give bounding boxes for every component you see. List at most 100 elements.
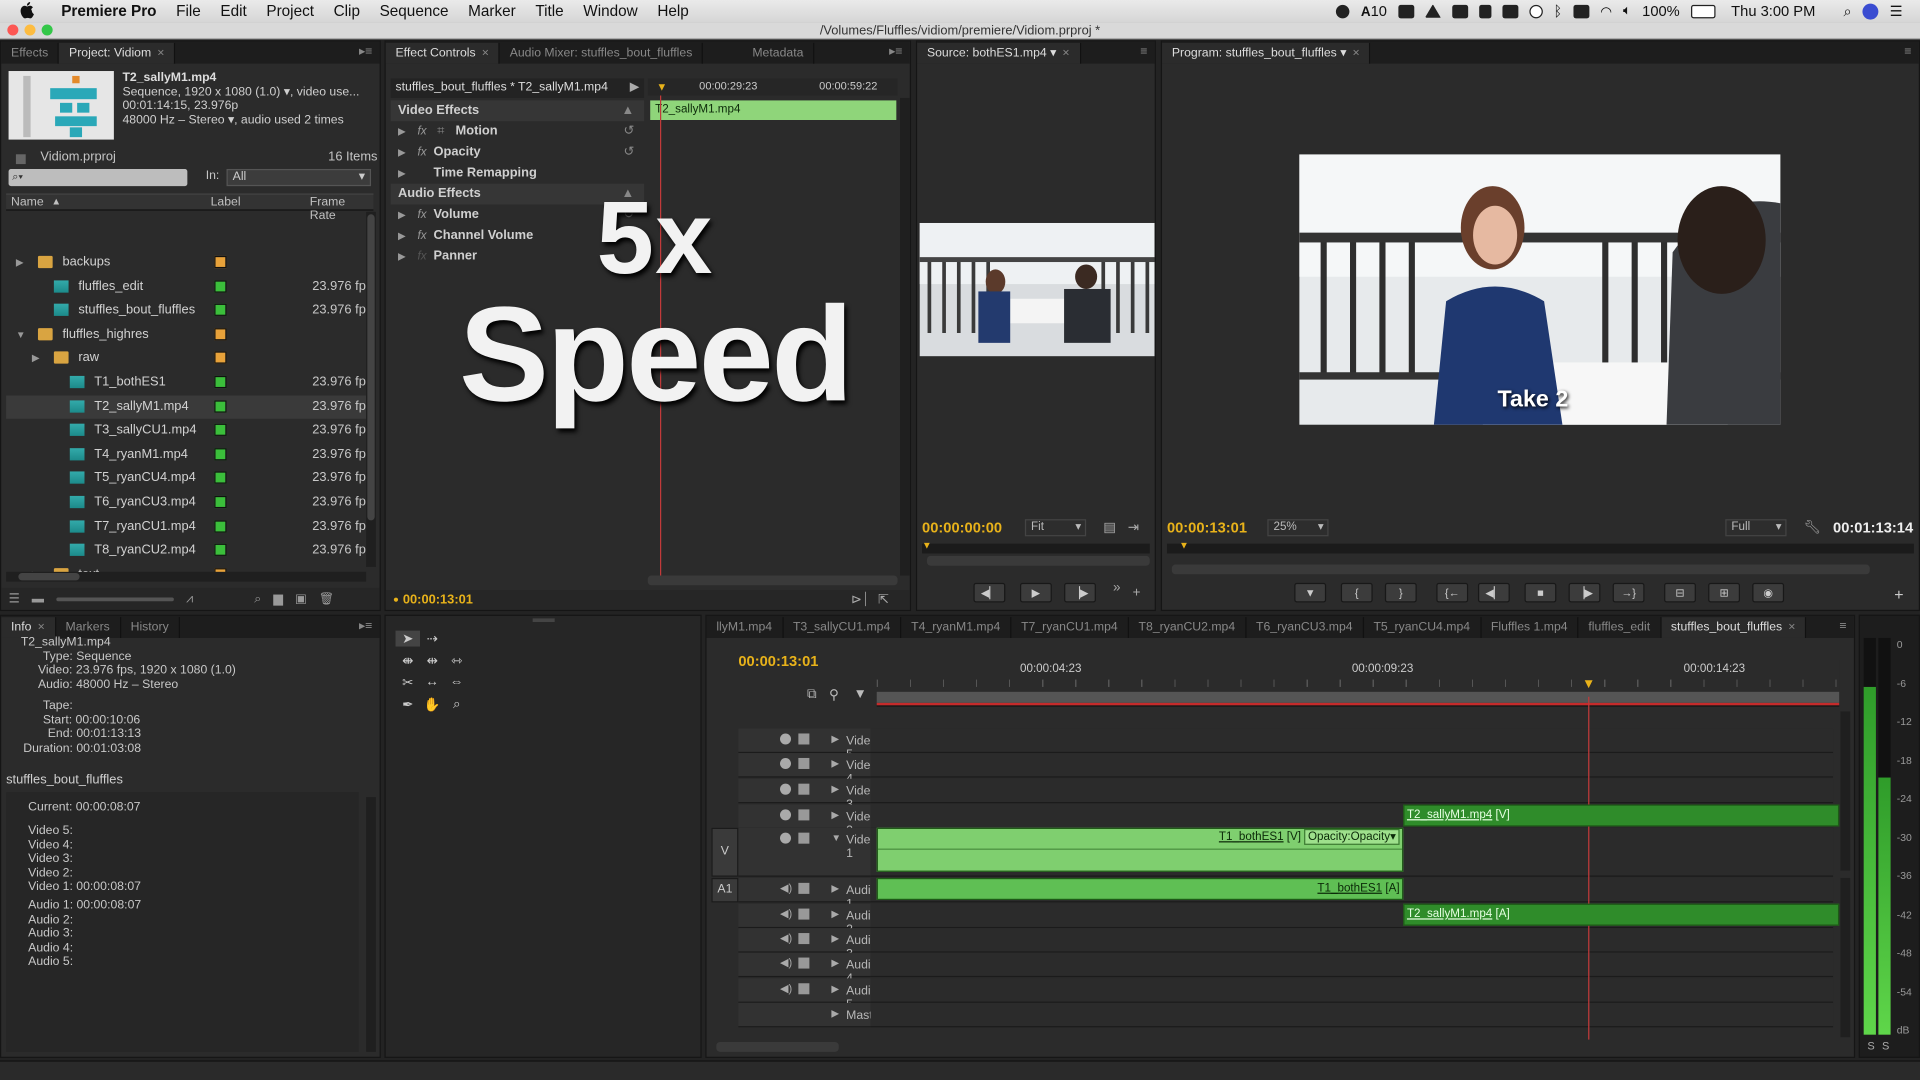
- program-video-frame[interactable]: Take 2: [1299, 154, 1781, 425]
- label-color-swatch[interactable]: [214, 255, 227, 269]
- set-marker-icon[interactable]: ⚲: [829, 687, 839, 703]
- fx-icon[interactable]: fx: [418, 246, 427, 267]
- mark-in-button[interactable]: {: [1340, 582, 1373, 603]
- project-item[interactable]: T1_bothES1 23.976 fp: [6, 371, 366, 395]
- track-header[interactable]: ▶Video 5: [738, 728, 877, 762]
- track-header[interactable]: ▼ Video 1: [738, 827, 877, 877]
- rolling-edit-tool-icon[interactable]: ⇹: [420, 653, 444, 669]
- close-icon[interactable]: ×: [482, 47, 489, 60]
- mark-out-button[interactable]: }: [1384, 582, 1417, 603]
- expand-triangle-icon[interactable]: ▶: [398, 204, 406, 225]
- wifi-icon[interactable]: ◠: [1600, 3, 1612, 19]
- timeline-tab[interactable]: T6_ryanCU3.mp4: [1246, 617, 1364, 638]
- menu-project[interactable]: Project: [257, 0, 324, 22]
- speaker-icon[interactable]: ◀): [780, 932, 792, 944]
- opacity-rubberband[interactable]: [877, 848, 1403, 850]
- clip-v1-fx-menu[interactable]: Opacity:Opacity▾: [1304, 828, 1400, 845]
- collapse-icon[interactable]: ▲: [622, 100, 635, 121]
- disclosure-closed-icon[interactable]: ▶: [831, 909, 839, 920]
- track-lane[interactable]: [870, 728, 1834, 754]
- spotlight-icon[interactable]: ⌕: [1843, 2, 1851, 20]
- selection-tool-icon[interactable]: ➤: [395, 630, 421, 647]
- snap-icon[interactable]: ⧉: [807, 687, 817, 703]
- close-icon[interactable]: ×: [38, 621, 45, 634]
- record-icon[interactable]: [1336, 4, 1350, 18]
- tool-icon[interactable]: [1478, 4, 1492, 18]
- zoom-tool-icon[interactable]: ⌕: [444, 697, 468, 713]
- disclosure-closed-icon[interactable]: ▶: [831, 733, 839, 744]
- program-zoom-bar[interactable]: [1171, 564, 1870, 575]
- source-video-frame[interactable]: [919, 222, 1155, 357]
- add-marker-button[interactable]: ▼: [1294, 582, 1327, 603]
- timeline-zoom-bar[interactable]: [716, 1042, 839, 1052]
- menu-sequence[interactable]: Sequence: [370, 0, 459, 22]
- timeline-tab[interactable]: T7_ryanCU1.mp4: [1011, 617, 1129, 638]
- project-item[interactable]: T3_sallyCU1.mp4 23.976 fp: [6, 419, 366, 443]
- timeline-ruler[interactable]: 00:00:04:23 00:00:09:23 00:00:14:23 ▼: [876, 660, 1840, 707]
- speaker-icon[interactable]: ◀): [780, 982, 792, 994]
- project-item[interactable]: ▼ fluffles_highres: [6, 323, 366, 347]
- new-item-icon[interactable]: ▣: [295, 592, 307, 605]
- panel-menu-icon[interactable]: ≡: [1839, 620, 1846, 633]
- label-color-swatch[interactable]: [214, 495, 227, 509]
- timeline-tab[interactable]: T5_ryanCU4.mp4: [1364, 617, 1482, 638]
- disclosure-closed-icon[interactable]: ▶: [831, 1008, 839, 1019]
- project-item[interactable]: stuffles_bout_fluffles 23.976 fp: [6, 299, 366, 323]
- vertical-scrollbar[interactable]: [366, 211, 376, 567]
- disclosure-closed-icon[interactable]: ▶: [831, 883, 839, 894]
- razor-tool-icon[interactable]: ✂: [396, 675, 420, 691]
- col-label[interactable]: Label: [211, 196, 241, 209]
- fx-icon[interactable]: fx: [418, 204, 427, 225]
- speaker-icon[interactable]: ◀): [780, 882, 792, 894]
- drive-icon[interactable]: [1397, 4, 1414, 18]
- source-fit-select[interactable]: Fit ▾: [1024, 519, 1087, 537]
- menu-file[interactable]: File: [166, 0, 210, 22]
- fx-icon[interactable]: fx: [418, 142, 427, 163]
- slide-tool-icon[interactable]: ⇔: [444, 675, 468, 691]
- icon-view-icon[interactable]: ▬: [32, 592, 44, 605]
- bluetooth-icon[interactable]: ᛒ: [1553, 2, 1562, 19]
- horizontal-scrollbar[interactable]: [6, 571, 367, 582]
- disclosure-closed-icon[interactable]: ▶: [831, 983, 839, 994]
- list-view-icon[interactable]: ☰: [9, 592, 20, 605]
- work-area-bar[interactable]: [876, 691, 1840, 703]
- sync-lock-icon[interactable]: [798, 882, 810, 894]
- minimize-window-button[interactable]: [24, 24, 36, 36]
- drag-video-icon[interactable]: ⇥: [1128, 519, 1139, 535]
- tab-source[interactable]: Source: bothES1.mp4 ▾ ×: [917, 42, 1081, 64]
- col-name[interactable]: Name: [11, 196, 44, 209]
- time-machine-icon[interactable]: [1528, 4, 1543, 18]
- menu-help[interactable]: Help: [648, 0, 699, 22]
- label-color-swatch[interactable]: [214, 351, 227, 365]
- timeline-tab[interactable]: Fluffles 1.mp4: [1481, 617, 1579, 638]
- new-bin-icon[interactable]: ▆: [273, 592, 282, 605]
- timeline-tab[interactable]: T4_ryanM1.mp4: [901, 617, 1012, 638]
- menu-title[interactable]: Title: [526, 0, 574, 22]
- speaker-icon[interactable]: ◀): [780, 956, 792, 968]
- effect-motion[interactable]: ▶ fx Motion ⌗ ↺: [391, 121, 644, 142]
- sync-lock-icon[interactable]: [798, 983, 810, 995]
- in-filter-select[interactable]: All ▾: [226, 168, 372, 187]
- program-timecode[interactable]: 00:00:13:01: [1167, 519, 1247, 536]
- expand-triangle-icon[interactable]: ▶: [398, 163, 406, 184]
- marker-icon[interactable]: ▼: [853, 687, 866, 702]
- playhead-icon[interactable]: ▼: [1179, 540, 1189, 551]
- volume-icon[interactable]: 🔈︎: [1623, 3, 1631, 19]
- sync-lock-icon[interactable]: [798, 957, 810, 969]
- playhead-icon[interactable]: ▼: [1582, 677, 1595, 692]
- go-to-out-button[interactable]: →}: [1612, 582, 1645, 603]
- chevron-down-icon[interactable]: ▾: [1340, 47, 1346, 60]
- panel-menu-icon[interactable]: ≡: [1904, 45, 1911, 58]
- find-icon[interactable]: ⌕: [254, 592, 261, 605]
- timeline-timecode[interactable]: 00:00:13:01: [738, 653, 818, 670]
- track-header[interactable]: ◀)▶Audio 1: [738, 877, 877, 911]
- source-timecode[interactable]: 00:00:00:00: [922, 519, 1002, 536]
- cloud-icon[interactable]: [1451, 4, 1468, 18]
- source-scrubber[interactable]: ▼: [922, 540, 1150, 554]
- close-icon[interactable]: ×: [1062, 47, 1069, 60]
- audio-target-toggle[interactable]: A1: [711, 877, 739, 903]
- zoom-window-button[interactable]: [41, 24, 53, 36]
- label-color-swatch[interactable]: [214, 399, 227, 413]
- project-item[interactable]: T6_ryanCU3.mp4 23.976 fp: [6, 491, 366, 515]
- apple-icon[interactable]: [20, 1, 37, 22]
